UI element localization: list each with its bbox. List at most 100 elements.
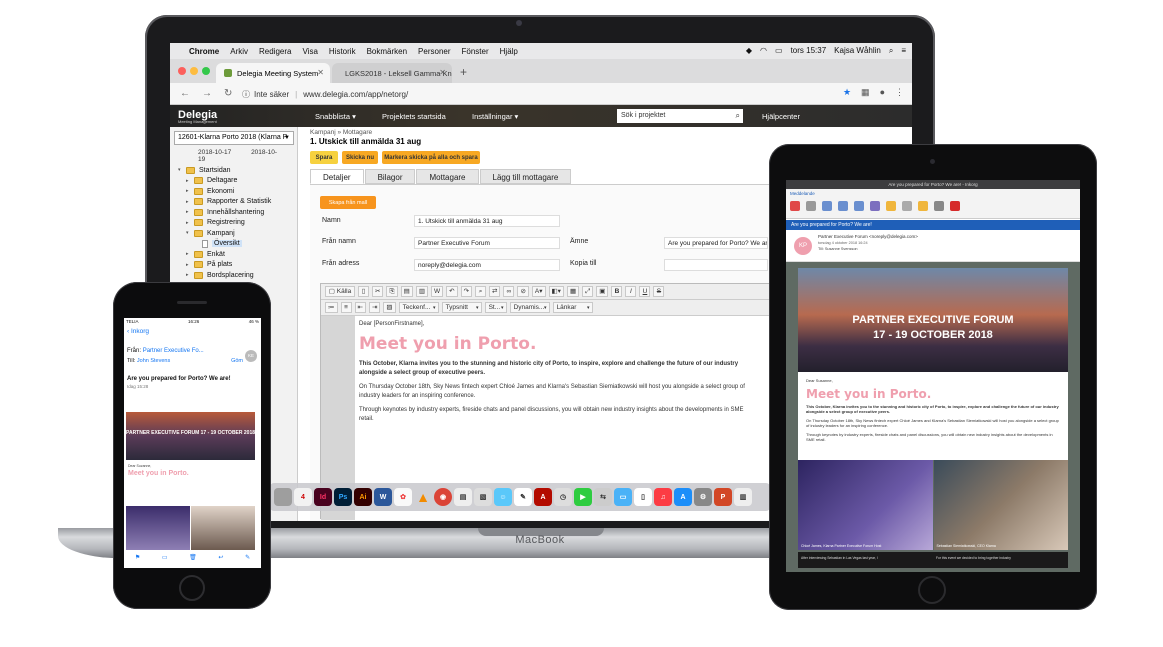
menu-fonster[interactable]: Fönster: [462, 47, 489, 56]
forward-icon[interactable]: →: [202, 88, 214, 99]
bold-icon[interactable]: B: [611, 286, 623, 297]
notes-icon[interactable]: ▤: [454, 488, 472, 506]
menu-arkiv[interactable]: Arkiv: [230, 47, 248, 56]
tablet-home-button[interactable]: [918, 576, 946, 604]
menu-list-icon[interactable]: ≡: [901, 46, 906, 56]
dynamic-select[interactable]: Dynamis...: [509, 302, 550, 313]
unread-icon[interactable]: [918, 201, 928, 211]
tree-item-rapporter[interactable]: ▸ Rapporter & Statistik: [178, 197, 271, 208]
phone-home-button[interactable]: [179, 575, 205, 601]
preview-icon[interactable]: ▧: [474, 488, 492, 506]
word-icon[interactable]: W: [374, 488, 392, 506]
textedit-icon[interactable]: ✎: [514, 488, 532, 506]
table-icon[interactable]: ▦: [566, 286, 580, 297]
numbers-icon[interactable]: ▯: [634, 488, 652, 506]
reply-icon[interactable]: [822, 201, 832, 211]
font-size-select[interactable]: Teckenf...: [398, 302, 439, 313]
phone-hide-button[interactable]: Göm: [231, 358, 243, 364]
app-store-icon[interactable]: A: [674, 488, 692, 506]
move-icon[interactable]: [886, 201, 896, 211]
tab-lgks[interactable]: LGKS2018 - Leksell Gamma Kn... ✕: [332, 63, 452, 83]
reload-icon[interactable]: ↻: [224, 88, 236, 99]
search-icon[interactable]: ⌕: [889, 46, 893, 56]
url-text[interactable]: www.delegia.com/app/netorg/: [303, 90, 408, 99]
menu-bokmarken[interactable]: Bokmärken: [367, 47, 407, 56]
tree-item-oversikt[interactable]: Översikt: [178, 239, 271, 250]
fran-namn-field[interactable]: Partner Executive Forum: [414, 237, 560, 249]
menubar-user[interactable]: Kajsa Wåhlin: [834, 46, 881, 56]
style-select[interactable]: St...: [484, 302, 507, 313]
tab-mottagare[interactable]: Mottagare: [416, 169, 479, 184]
powerpoint-icon[interactable]: P: [714, 488, 732, 506]
outdent-icon[interactable]: ⇤: [354, 302, 366, 313]
tree-item-pa-plats[interactable]: ▸ På plats: [178, 260, 271, 271]
reply-icon[interactable]: ↩: [218, 554, 223, 568]
maximize-icon[interactable]: ⤢: [582, 286, 594, 297]
copy-icon[interactable]: ⎘: [386, 286, 398, 297]
numbered-list-icon[interactable]: ≔: [325, 302, 338, 313]
photos-icon[interactable]: ✿: [394, 488, 412, 506]
source-button[interactable]: ▢ Källa: [325, 286, 355, 297]
cut-icon[interactable]: ✂: [372, 286, 384, 297]
music-icon[interactable]: ♫: [654, 488, 672, 506]
folder-icon[interactable]: ▭: [162, 554, 168, 568]
illustrator-icon[interactable]: Ai: [354, 488, 372, 506]
back-icon[interactable]: ←: [180, 88, 192, 99]
facetime-icon[interactable]: ▶: [574, 488, 592, 506]
indesign-icon[interactable]: Id: [314, 488, 332, 506]
strikethrough-icon[interactable]: S: [653, 286, 665, 297]
replace-icon[interactable]: ⇄: [489, 286, 501, 297]
address-bar[interactable]: ⓘ Inte säker | www.delegia.com/app/netor…: [242, 86, 852, 102]
kopia-field[interactable]: [664, 259, 768, 271]
search-icon[interactable]: ⌕: [736, 109, 740, 123]
italic-icon[interactable]: I: [625, 286, 637, 297]
delegia-logo[interactable]: Delegia Meeting Management: [178, 109, 217, 124]
send-now-button[interactable]: Skicka nu: [342, 151, 378, 164]
snabblista-menu[interactable]: Snabblista ▾: [315, 112, 356, 121]
calendar-icon[interactable]: 4: [294, 488, 312, 506]
followup-flag-icon[interactable]: [950, 201, 960, 211]
indent-icon[interactable]: ⇥: [368, 302, 381, 313]
tree-item-enkat[interactable]: ▸ Enkät: [178, 249, 271, 260]
info-icon[interactable]: ⓘ: [242, 89, 250, 100]
finder-sync-icon[interactable]: ☺: [494, 488, 512, 506]
rules-icon[interactable]: [902, 201, 912, 211]
profile-icon[interactable]: ●: [880, 87, 885, 98]
menu-redigera[interactable]: Redigera: [259, 47, 291, 56]
tree-item-bordsplacering[interactable]: ▸ Bordsplacering: [178, 270, 271, 281]
tree-item-kampanj[interactable]: ▾ Kampanj: [178, 228, 271, 239]
categorize-icon[interactable]: [934, 201, 944, 211]
acrobat-icon[interactable]: A: [534, 488, 552, 506]
new-page-icon[interactable]: ▯: [358, 286, 369, 297]
tab-bilagor[interactable]: Bilagor: [364, 169, 416, 184]
menu-chrome[interactable]: Chrome: [189, 47, 219, 56]
show-blocks-icon[interactable]: ▣: [596, 286, 609, 297]
create-from-template-button[interactable]: Skapa från mall: [320, 196, 376, 209]
amne-field[interactable]: Are you prepared for Porto? We are!: [664, 237, 768, 249]
bg-color-icon[interactable]: ◧▾: [548, 286, 564, 297]
menubar-clock[interactable]: tors 15:37: [791, 46, 827, 56]
image-icon[interactable]: ▨: [383, 302, 396, 313]
documents-icon[interactable]: ▥: [734, 488, 752, 506]
bookmark-star-icon[interactable]: ★: [843, 87, 851, 98]
menu-visa[interactable]: Visa: [302, 47, 317, 56]
reply-all-icon[interactable]: [838, 201, 848, 211]
tab-detaljer[interactable]: Detaljer: [310, 169, 364, 184]
finder-icon[interactable]: [274, 488, 292, 506]
attachment-icon[interactable]: [870, 201, 880, 211]
namn-field[interactable]: 1. Utskick till anmälda 31 aug: [414, 215, 560, 227]
menu-historik[interactable]: Historik: [329, 47, 356, 56]
fran-adress-field[interactable]: noreply@delegia.com: [414, 259, 560, 271]
tree-item-ekonomi[interactable]: ▸ Ekonomi: [178, 186, 271, 197]
phone-sender[interactable]: Partner Executive Fo...: [143, 348, 204, 354]
maximize-window-icon[interactable]: [202, 67, 210, 75]
phone-recipient[interactable]: John Stevens: [137, 358, 170, 364]
save-button[interactable]: Spara: [310, 151, 338, 164]
close-window-icon[interactable]: [178, 67, 186, 75]
delete-icon[interactable]: [790, 201, 800, 211]
clock-icon[interactable]: ◷: [554, 488, 572, 506]
ribbon-tab-meddelande[interactable]: Meddelande: [790, 191, 815, 196]
projektets-startsida-link[interactable]: Projektets startsida: [382, 112, 446, 121]
paste-icon[interactable]: ▤: [400, 286, 413, 297]
system-preferences-icon[interactable]: ⚙: [694, 488, 712, 506]
